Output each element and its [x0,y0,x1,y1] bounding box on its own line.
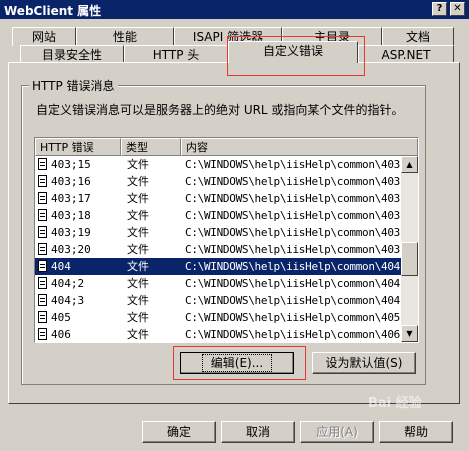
error-code: 403;17 [51,192,91,205]
error-content: C:\WINDOWS\help\iisHelp\common\403.ht [185,209,403,222]
list-header: HTTP 错误 类型 内容 [35,138,418,156]
error-code: 403;18 [51,209,91,222]
title-bar: WebClient 属性 ? ✕ [0,0,469,19]
list-item[interactable]: 403;17 文件 C:\WINDOWS\help\iisHelp\common\4… [35,190,403,207]
document-icon [38,175,47,187]
group-description: 自定义错误消息可以是服务器上的绝对 URL 或指向某个文件的指针。 [36,103,404,117]
error-type: 文件 [127,243,149,256]
list-item[interactable]: 403;19 文件 C:\WINDOWS\help\iisHelp\common\4… [35,224,403,241]
watermark: Bai 经验 [368,396,422,411]
scroll-thumb[interactable] [401,242,418,276]
document-icon [38,192,47,204]
list-item[interactable]: 404 文件 C:\WINDOWS\help\iisHelp\common\404b… [35,258,403,275]
document-icon [38,158,47,170]
scroll-down-icon[interactable]: ▼ [401,325,418,342]
column-type[interactable]: 类型 [121,138,181,156]
error-content: C:\WINDOWS\help\iisHelp\common\403-... [185,192,403,205]
document-icon [38,243,47,255]
error-code: 403;19 [51,226,91,239]
list-item[interactable]: 403;15 文件 C:\WINDOWS\help\iisHelp\common\4… [35,156,403,173]
cancel-button[interactable]: 取消 [221,421,295,443]
error-type: 文件 [127,209,149,222]
tab-documents[interactable]: 文档 [382,27,454,46]
error-code: 404;3 [51,294,85,307]
list-item[interactable]: 403;20 文件 C:\WINDOWS\help\iisHelp\common\4… [35,241,403,258]
edit-button[interactable]: 编辑(E)... [180,352,294,374]
list-item[interactable]: 403;18 文件 C:\WINDOWS\help\iisHelp\common\4… [35,207,403,224]
list-item[interactable]: 405 文件 C:\WINDOWS\help\iisHelp\common\405.… [35,309,403,326]
error-code: 403;20 [51,243,91,256]
vertical-scrollbar[interactable]: ▲ ▼ [401,156,418,342]
column-http-error[interactable]: HTTP 错误 [35,138,121,156]
column-content[interactable]: 内容 [181,138,418,156]
error-content: C:\WINDOWS\help\iisHelp\common\403-... [185,175,403,188]
document-icon [38,226,47,238]
set-default-button[interactable]: 设为默认值(S) [312,352,416,374]
window-title: WebClient 属性 [4,4,102,18]
document-icon [38,277,47,289]
list-item[interactable]: 403;16 文件 C:\WINDOWS\help\iisHelp\common\4… [35,173,403,190]
scroll-up-icon[interactable]: ▲ [401,156,418,173]
list-rows: 403;15 文件 C:\WINDOWS\help\iisHelp\common\4… [35,156,403,342]
error-type: 文件 [127,311,149,324]
document-icon [38,260,47,272]
error-code: 406 [51,328,71,341]
error-type: 文件 [127,175,149,188]
error-type: 文件 [127,277,149,290]
error-content: C:\WINDOWS\help\iisHelp\common\403-... [185,158,403,171]
ok-button[interactable]: 确定 [142,421,216,443]
error-content: C:\WINDOWS\help\iisHelp\common\404b.h [185,260,403,273]
error-list[interactable]: HTTP 错误 类型 内容 403;15 文件 C:\WINDOWS\help\ii… [34,137,419,343]
document-icon [38,328,47,340]
error-code: 404;2 [51,277,85,290]
apply-button[interactable]: 应用(A) [300,421,374,443]
tab-website[interactable]: 网站 [12,27,76,46]
error-type: 文件 [127,260,149,273]
error-content: C:\WINDOWS\help\iisHelp\common\405.ht [185,311,403,324]
error-code: 405 [51,311,71,324]
error-content: C:\WINDOWS\help\iisHelp\common\403.ht [185,226,403,239]
error-code: 403;15 [51,158,91,171]
tab-performance[interactable]: 性能 [76,27,174,46]
error-content: C:\WINDOWS\help\iisHelp\common\404b.h [185,294,403,307]
error-type: 文件 [127,328,149,341]
document-icon [38,311,47,323]
error-type: 文件 [127,226,149,239]
group-label: HTTP 错误消息 [29,77,118,94]
help-button[interactable]: 帮助 [379,421,453,443]
error-code: 403;16 [51,175,91,188]
document-icon [38,294,47,306]
error-content: C:\WINDOWS\help\iisHelp\common\406.ht [185,328,403,341]
list-item[interactable]: 404;2 文件 C:\WINDOWS\help\iisHelp\common\40… [35,275,403,292]
edit-button-label: 编辑(E)... [201,354,273,372]
error-type: 文件 [127,192,149,205]
error-type: 文件 [127,294,149,307]
tab-custom-errors[interactable]: 自定义错误 [228,41,358,63]
document-icon [38,209,47,221]
error-content: C:\WINDOWS\help\iisHelp\common\403-... [185,243,403,256]
error-type: 文件 [127,158,149,171]
error-content: C:\WINDOWS\help\iisHelp\common\404b.h [185,277,403,290]
error-code: 404 [51,260,71,273]
close-title-button[interactable]: ✕ [450,2,465,16]
list-item[interactable]: 404;3 文件 C:\WINDOWS\help\iisHelp\common\40… [35,292,403,309]
list-item[interactable]: 406 文件 C:\WINDOWS\help\iisHelp\common\406.… [35,326,403,342]
help-title-button[interactable]: ? [432,2,447,16]
